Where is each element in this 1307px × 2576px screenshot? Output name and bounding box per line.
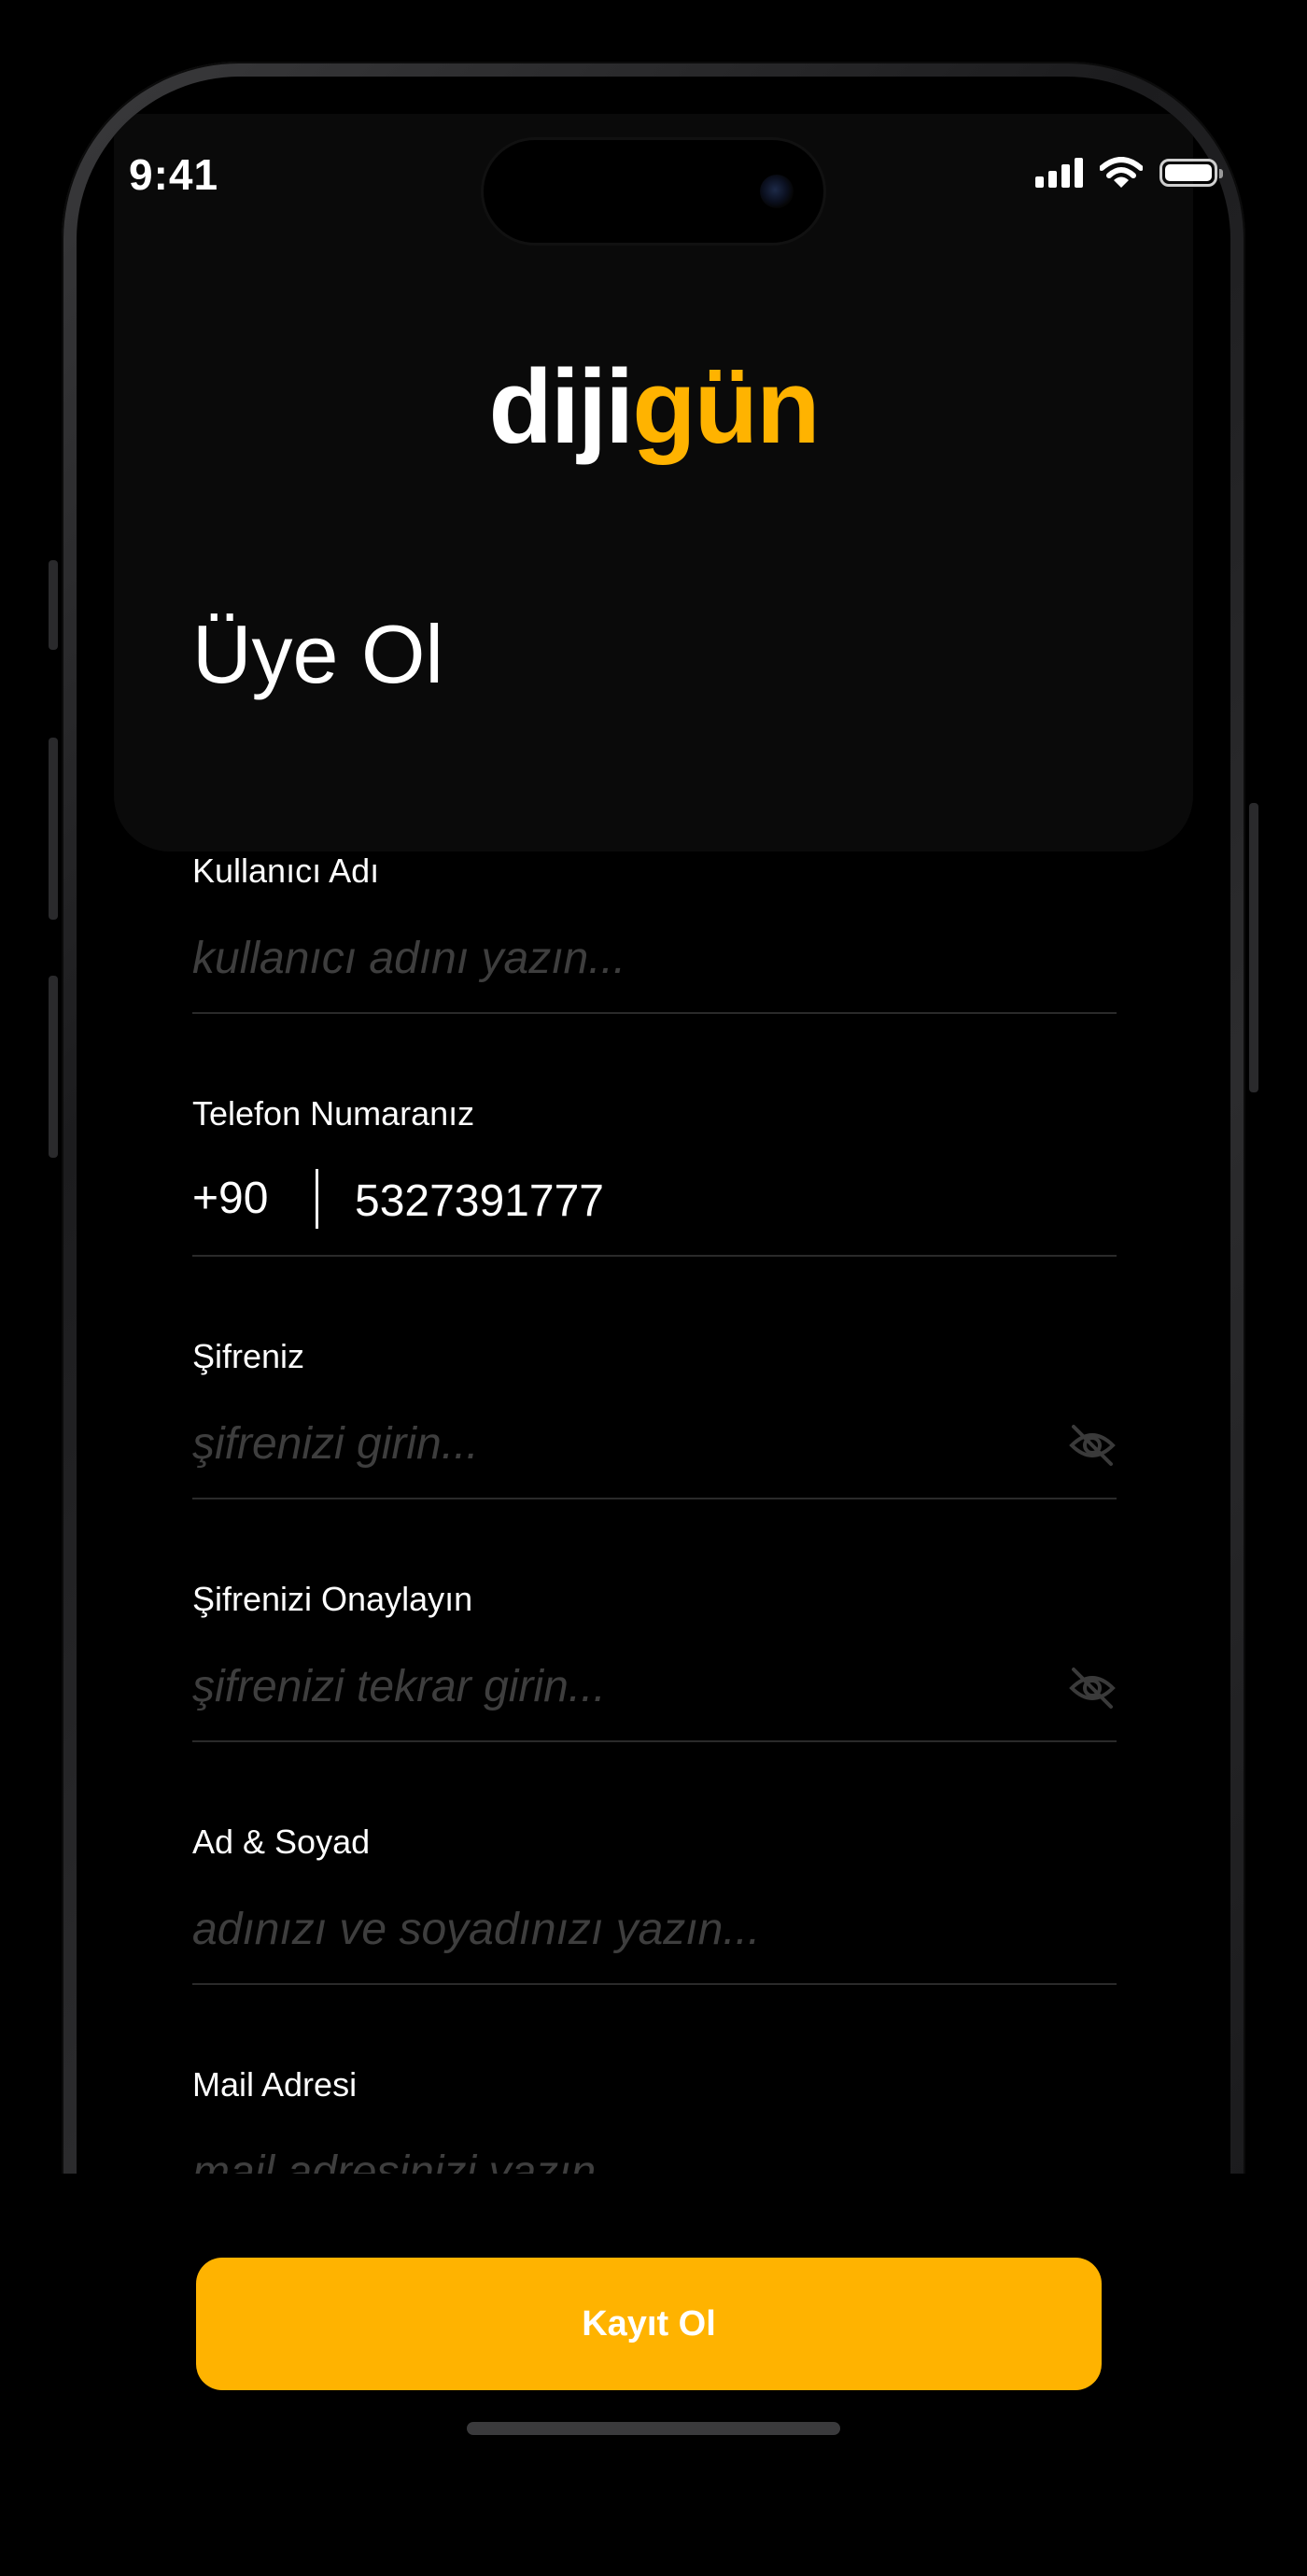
logo-yellow-part: gün <box>632 348 820 465</box>
full-name-label: Ad & Soyad <box>192 1823 371 1861</box>
full-name-row <box>192 1901 1117 1985</box>
action-button <box>49 560 58 650</box>
email-field: Mail Adresi <box>192 2065 1117 2226</box>
full-name-input[interactable] <box>192 1901 1014 1957</box>
password-label: Şifreniz <box>192 1337 305 1375</box>
brand-logo: dijigün <box>0 355 1307 459</box>
volume-up-button <box>49 738 58 920</box>
username-input[interactable] <box>192 930 1014 986</box>
email-input[interactable] <box>192 2144 1014 2200</box>
phone-divider <box>316 1169 318 1229</box>
camera-icon <box>760 175 794 208</box>
page-title: Üye Ol <box>192 608 443 700</box>
password-confirm-label: Şifrenizi Onaylayın <box>192 1580 473 1618</box>
password-confirm-row <box>192 1658 1117 1742</box>
phone-field: Telefon Numaranız +90 <box>192 1094 1117 1257</box>
password-confirm-field: Şifrenizi Onaylayın <box>192 1580 1117 1742</box>
phone-row: +90 <box>192 1169 1117 1257</box>
volume-down-button <box>49 976 58 1158</box>
wifi-icon <box>1100 157 1143 188</box>
eye-off-icon[interactable] <box>1068 1664 1117 1712</box>
email-label: Mail Adresi <box>192 2065 358 2104</box>
home-indicator[interactable] <box>467 2422 840 2435</box>
signal-icon <box>1035 158 1083 188</box>
password-input[interactable] <box>192 1415 1014 1471</box>
register-button[interactable]: Kayıt Ol <box>196 2258 1102 2390</box>
username-label: Kullanıcı Adı <box>192 852 380 890</box>
eye-off-icon[interactable] <box>1068 1421 1117 1470</box>
dynamic-island <box>484 140 823 243</box>
country-code[interactable]: +90 <box>192 1173 268 1224</box>
phone-label: Telefon Numaranız <box>192 1094 475 1133</box>
logo-white-part: diji <box>488 348 634 465</box>
power-button <box>1249 803 1258 1092</box>
email-row <box>192 2144 1117 2226</box>
username-field: Kullanıcı Adı <box>192 852 1117 1014</box>
password-field: Şifreniz <box>192 1337 1117 1499</box>
status-time: 9:41 <box>129 150 219 199</box>
full-name-field: Ad & Soyad <box>192 1823 1117 1985</box>
battery-icon <box>1159 159 1223 187</box>
status-icons <box>1035 157 1223 189</box>
password-confirm-input[interactable] <box>192 1658 1014 1714</box>
password-row <box>192 1415 1117 1499</box>
phone-input[interactable] <box>355 1173 1008 1229</box>
username-row <box>192 930 1117 1014</box>
